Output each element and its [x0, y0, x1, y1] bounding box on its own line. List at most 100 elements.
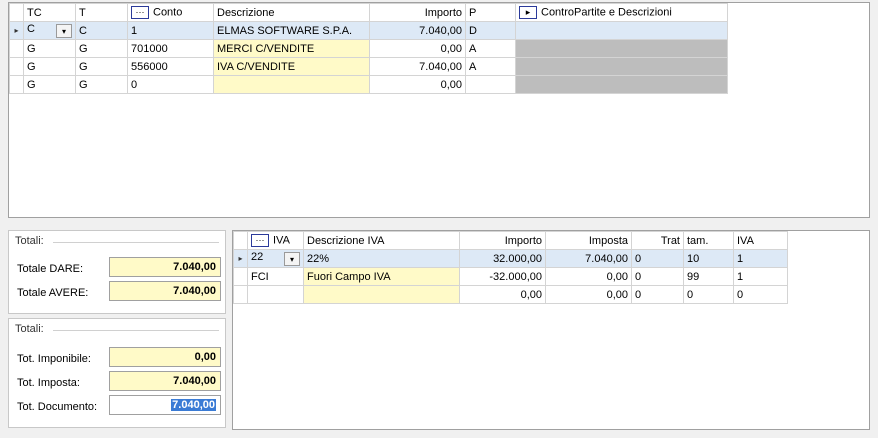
cell-iva[interactable]: FCI — [247, 267, 304, 286]
totale-dare-field[interactable]: 7.040,00 — [109, 257, 221, 277]
col-header-imposta[interactable]: Imposta — [545, 231, 632, 250]
cell-imposta[interactable]: 0,00 — [545, 285, 632, 304]
cell-descrizione[interactable] — [213, 75, 370, 94]
cell-trat[interactable]: 0 — [631, 267, 684, 286]
chevron-down-icon[interactable]: ▾ — [56, 24, 72, 38]
tot-documento-field[interactable]: 7.040,00 — [109, 395, 221, 415]
cell-iva2[interactable]: 1 — [733, 267, 788, 286]
movements-grid: TC T ··· Conto Descrizione Importo P ▸ Con… — [8, 2, 870, 218]
cell-iva2[interactable]: 0 — [733, 285, 788, 304]
group-title: Totali: — [15, 235, 44, 247]
cell-trat[interactable]: 0 — [631, 285, 684, 304]
col-header-iva[interactable]: ··· IVA — [247, 231, 304, 250]
cell-descrizione-iva[interactable]: 22% — [303, 249, 460, 268]
col-header-descrizione-iva[interactable]: Descrizione IVA — [303, 231, 460, 250]
cell-importo[interactable]: 32.000,00 — [459, 249, 546, 268]
cell-importo[interactable]: 7.040,00 — [369, 21, 466, 40]
cell-contropartite — [515, 75, 728, 94]
col-header-trat[interactable]: Trat — [631, 231, 684, 250]
row-indicator — [9, 57, 24, 76]
cell-tc[interactable]: G — [23, 57, 76, 76]
cell-conto[interactable]: 701000 — [127, 39, 214, 58]
chevron-down-icon[interactable]: ▾ — [284, 252, 300, 266]
cell-contropartite[interactable] — [515, 21, 728, 40]
tot-documento-label: Tot. Documento: — [17, 401, 98, 413]
cell-t[interactable]: C — [75, 21, 128, 40]
cell-importo[interactable]: 0,00 — [459, 285, 546, 304]
group-divider — [53, 330, 219, 331]
totale-avere-label: Totale AVERE: — [17, 287, 89, 299]
group-divider — [53, 242, 219, 243]
totale-dare-row: Totale DARE: 7.040,00 — [17, 257, 223, 279]
col-header-t[interactable]: T — [75, 3, 128, 22]
cell-descrizione[interactable]: IVA C/VENDITE — [213, 57, 370, 76]
cell-conto[interactable]: 0 — [127, 75, 214, 94]
cell-p[interactable] — [465, 75, 516, 94]
col-header-importo[interactable]: Importo — [459, 231, 546, 250]
table-row[interactable]: ▸ 22 ▾ 22% 32.000,00 7.040,00 0 10 1 — [233, 249, 788, 268]
col-header-iva-label: IVA — [273, 234, 290, 247]
cell-imposta[interactable]: 7.040,00 — [545, 249, 632, 268]
col-header-importo[interactable]: Importo — [369, 3, 466, 22]
tot-imponibile-field[interactable]: 0,00 — [109, 347, 221, 367]
table-row[interactable]: FCI Fuori Campo IVA -32.000,00 0,00 0 99… — [233, 267, 788, 286]
cell-iva[interactable] — [247, 285, 304, 304]
cell-descrizione[interactable]: ELMAS SOFTWARE S.P.A. — [213, 21, 370, 40]
table-row[interactable]: G G 556000 IVA C/VENDITE 7.040,00 A — [9, 57, 728, 76]
cell-descrizione-iva[interactable]: Fuori Campo IVA — [303, 267, 460, 286]
cell-tc[interactable]: C ▾ — [23, 21, 76, 40]
tot-imposta-field[interactable]: 7.040,00 — [109, 371, 221, 391]
table-row[interactable]: 0,00 0,00 0 0 0 — [233, 285, 788, 304]
col-header-conto-label: Conto — [153, 6, 183, 19]
col-header-descrizione[interactable]: Descrizione — [213, 3, 370, 22]
row-indicator-header — [233, 231, 248, 250]
col-header-contropartite[interactable]: ▸ ControPartite e Descrizioni — [515, 3, 728, 22]
totale-avere-field[interactable]: 7.040,00 — [109, 281, 221, 301]
table-row[interactable]: G G 701000 MERCI C/VENDITE 0,00 A — [9, 39, 728, 58]
cell-p[interactable]: A — [465, 57, 516, 76]
cell-t[interactable]: G — [75, 57, 128, 76]
cell-t[interactable]: G — [75, 75, 128, 94]
cell-descrizione-iva[interactable] — [303, 285, 460, 304]
cell-tam[interactable]: 99 — [683, 267, 734, 286]
expand-contropartite-button[interactable]: ▸ — [519, 6, 537, 19]
cell-importo[interactable]: -32.000,00 — [459, 267, 546, 286]
iva-table: ··· IVA Descrizione IVA Importo Imposta T… — [233, 231, 788, 304]
col-header-iva2[interactable]: IVA — [733, 231, 788, 250]
table-row[interactable]: G G 0 0,00 — [9, 75, 728, 94]
tot-documento-value: 7.040,00 — [171, 399, 216, 411]
table-row[interactable]: ▸ C ▾ C 1 ELMAS SOFTWARE S.P.A. 7.040,00 … — [9, 21, 728, 40]
iva-grid: ··· IVA Descrizione IVA Importo Imposta T… — [232, 230, 870, 430]
totali-dare-avere-group: Totali: Totale DARE: 7.040,00 Totale AVE… — [8, 230, 226, 314]
cell-descrizione[interactable]: MERCI C/VENDITE — [213, 39, 370, 58]
col-header-conto[interactable]: ··· Conto — [127, 3, 214, 22]
col-header-tc[interactable]: TC — [23, 3, 76, 22]
totale-avere-row: Totale AVERE: 7.040,00 — [17, 281, 223, 303]
cell-p[interactable]: D — [465, 21, 516, 40]
cell-imposta[interactable]: 0,00 — [545, 267, 632, 286]
cell-iva2[interactable]: 1 — [733, 249, 788, 268]
cell-tc[interactable]: G — [23, 75, 76, 94]
movements-header-row: TC T ··· Conto Descrizione Importo P ▸ Con… — [9, 3, 728, 22]
col-header-p[interactable]: P — [465, 3, 516, 22]
iva-lookup-button[interactable]: ··· — [251, 234, 269, 247]
cell-tam[interactable]: 10 — [683, 249, 734, 268]
cell-p[interactable]: A — [465, 39, 516, 58]
col-header-tam[interactable]: tam. — [683, 231, 734, 250]
row-indicator-header — [9, 3, 24, 22]
cell-tam[interactable]: 0 — [683, 285, 734, 304]
cell-tc[interactable]: G — [23, 39, 76, 58]
cell-importo[interactable]: 0,00 — [369, 39, 466, 58]
cell-trat[interactable]: 0 — [631, 249, 684, 268]
totale-dare-label: Totale DARE: — [17, 263, 84, 275]
cell-importo[interactable]: 7.040,00 — [369, 57, 466, 76]
conto-lookup-button[interactable]: ··· — [131, 6, 149, 19]
row-indicator — [233, 267, 248, 286]
tot-imponibile-label: Tot. Imponibile: — [17, 353, 91, 365]
cell-importo[interactable]: 0,00 — [369, 75, 466, 94]
cell-t[interactable]: G — [75, 39, 128, 58]
row-indicator — [233, 285, 248, 304]
cell-conto[interactable]: 1 — [127, 21, 214, 40]
cell-conto[interactable]: 556000 — [127, 57, 214, 76]
cell-iva[interactable]: 22 ▾ — [247, 249, 304, 268]
